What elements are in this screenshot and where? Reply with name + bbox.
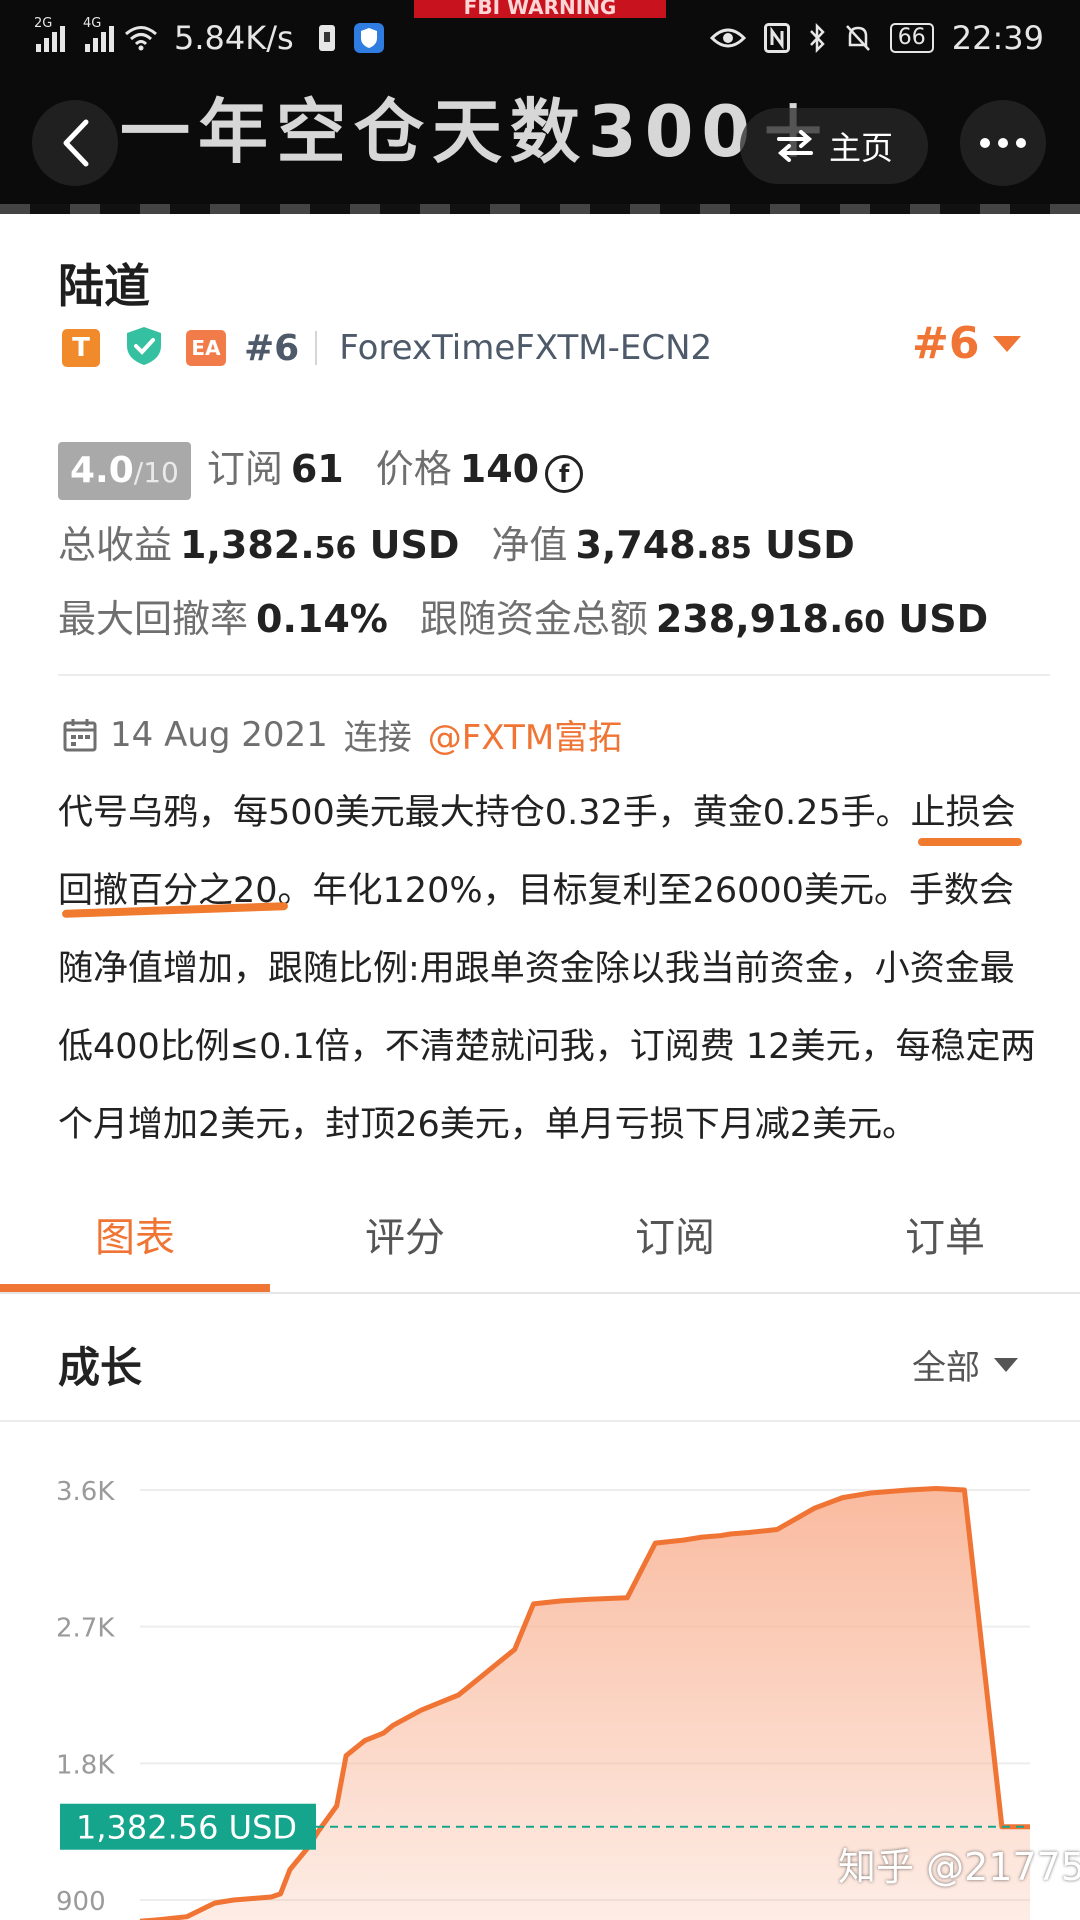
equity-value: 3,748.85 USD — [575, 523, 855, 567]
stats-row-3: 最大回撤率 0.14% 跟随资金总额 238,918.60 USD — [58, 588, 988, 643]
tab-bar: 图表 评分 订阅 订单 — [0, 1196, 1080, 1292]
status-bar: 2G 4G 5.84K/s 66 22:39 — [0, 0, 1080, 76]
description-line: 回撤百分之20。年化120%，目标复利至26000美元。手数会 — [58, 871, 1014, 911]
description-line: 代号乌鸦，每500美元最大持仓0.32手，黄金0.25手。止损会 — [58, 793, 1016, 833]
divider — [315, 331, 318, 365]
connect-label: 连接 — [343, 718, 412, 758]
follow-funds-label: 跟随资金总额 — [419, 597, 648, 641]
range-filter-dropdown[interactable]: 全部 — [912, 1340, 1018, 1389]
home-label: 主页 — [828, 129, 893, 167]
drawdown-label: 最大回撤率 — [58, 597, 249, 641]
drawdown-value: 0.14% — [256, 597, 388, 641]
divider — [0, 1420, 1080, 1422]
badge-row: T EA #6 ForexTimeFXTM-ECN2 — [62, 326, 712, 370]
caret-down-icon — [994, 1357, 1018, 1372]
trader-name: 陆道 — [58, 259, 150, 313]
wifi-icon — [124, 25, 158, 51]
tab-rating[interactable]: 评分 — [270, 1196, 540, 1292]
clock: 22:39 — [951, 19, 1044, 57]
back-button[interactable] — [32, 100, 118, 186]
watermark: 知乎 @2177534 — [838, 1845, 1080, 1889]
verified-shield-icon — [124, 325, 164, 371]
t-badge-icon: T — [62, 329, 100, 367]
tab-orders[interactable]: 订单 — [810, 1196, 1080, 1292]
strategy-description: 代号乌鸦，每500美元最大持仓0.32手，黄金0.25手。止损会 回撤百分之20… — [58, 774, 1050, 1164]
signal-icon-2: 4G — [83, 16, 114, 52]
divider — [58, 674, 1050, 676]
coin-icon: f — [545, 455, 584, 493]
nfc-icon — [763, 23, 790, 53]
sim-icon — [318, 24, 336, 52]
date-row: 14 Aug 2021 连接 @FXTM富拓 — [62, 710, 622, 759]
battery-icon: 66 — [889, 23, 934, 53]
score-badge: 4.0/10 — [58, 442, 191, 500]
subscribe-count: 61 — [290, 447, 344, 491]
profit-label: 总收益 — [58, 523, 173, 567]
eye-icon — [709, 26, 746, 50]
highlight-underline — [918, 838, 1022, 846]
shield-app-icon — [353, 23, 384, 53]
banner-strip — [0, 204, 1080, 214]
tab-chart[interactable]: 图表 — [0, 1196, 270, 1292]
divider — [0, 1292, 1080, 1294]
profit-value: 1,382.56 USD — [180, 523, 460, 567]
ea-badge-icon: EA — [186, 330, 226, 366]
y-tick-label: 900 — [56, 1887, 106, 1917]
y-tick-label: 3.6K — [56, 1477, 115, 1507]
mute-bell-icon — [844, 23, 872, 53]
stats-row-2: 总收益 1,382.56 USD 净值 3,748.85 USD — [58, 514, 855, 569]
chevron-left-icon — [63, 119, 89, 167]
description-line: 低400比例≤0.1倍，不清楚就问我，订阅费 12美元，每稳定两 — [58, 1027, 1036, 1067]
home-button[interactable]: 主页 — [740, 108, 928, 184]
section-title: 成长 — [58, 1343, 143, 1392]
more-dot-icon — [980, 138, 990, 148]
calendar-icon — [63, 718, 97, 751]
price-label: 价格 — [375, 447, 452, 491]
price-value: 140 — [459, 447, 540, 491]
subscribe-label: 订阅 — [206, 447, 283, 491]
range-filter-label: 全部 — [912, 1348, 980, 1388]
start-date: 14 Aug 2021 — [110, 714, 328, 755]
bluetooth-icon — [808, 23, 826, 53]
signal-icon: 2G — [34, 16, 65, 52]
rank-dropdown-label: #6 — [912, 318, 980, 369]
y-tick-label: 1.8K — [56, 1750, 115, 1780]
equity-label: 净值 — [491, 523, 568, 567]
tab-subscribe[interactable]: 订阅 — [540, 1196, 810, 1292]
follow-funds-value: 238,918.60 USD — [655, 597, 989, 641]
banner-title: 一年空仓天数300＋ — [120, 91, 837, 173]
broker-server: ForexTimeFXTM-ECN2 — [339, 328, 713, 368]
y-tick-label: 2.7K — [56, 1614, 115, 1644]
swap-arrows-icon — [776, 130, 813, 162]
more-dot-icon — [998, 138, 1008, 148]
rank-label: #6 — [244, 327, 300, 369]
current-value-label: 1,382.56 USD — [76, 1809, 297, 1847]
caret-down-icon — [993, 335, 1022, 352]
broker-link[interactable]: @FXTM富拓 — [428, 710, 622, 759]
rank-dropdown[interactable]: #6 — [912, 318, 1022, 369]
description-line: 随净值增加，跟随比例:用跟单资金除以我当前资金，小资金最 — [58, 949, 1015, 989]
stats-row-1: 4.0/10 订阅 61 价格 140 f — [58, 438, 584, 500]
more-dot-icon — [1016, 138, 1026, 148]
more-menu-button[interactable] — [960, 100, 1046, 186]
network-speed: 5.84K/s — [174, 19, 294, 57]
description-line: 个月增加2美元，封顶26美元，单月亏损下月减2美元。 — [58, 1105, 918, 1145]
